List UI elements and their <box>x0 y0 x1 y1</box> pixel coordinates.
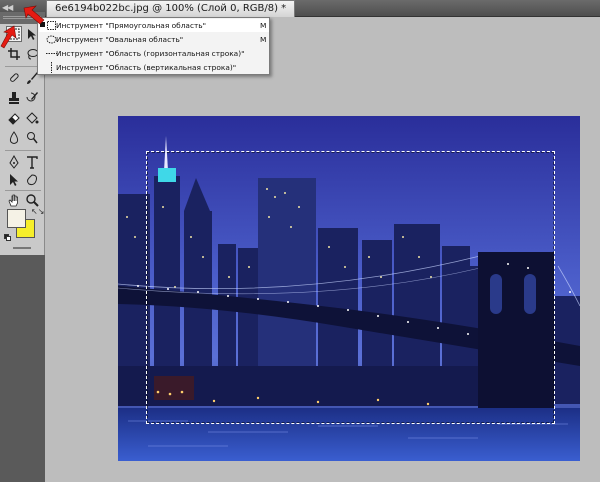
document-tab-bar: ◀◀ 6e6194b022bc.jpg @ 100% (Слой 0, RGB/… <box>0 0 600 17</box>
canvas-image[interactable] <box>118 116 580 461</box>
menu-item-single-column-marquee[interactable]: Инструмент "Область (вертикальная строка… <box>39 61 269 74</box>
marquee-tool-flyout: Инструмент "Прямоугольная область" M Инс… <box>37 17 270 75</box>
document-tab[interactable]: 6e6194b022bc.jpg @ 100% (Слой 0, RGB/8) … <box>46 0 296 17</box>
menu-item-label: Инструмент "Область (вертикальная строка… <box>56 63 237 72</box>
healing-brush-icon[interactable] <box>6 70 22 86</box>
blur-icon[interactable] <box>6 130 22 146</box>
hand-icon[interactable] <box>6 192 22 208</box>
menu-item-label: Инструмент "Прямоугольная область" <box>56 21 207 30</box>
eraser-icon[interactable] <box>6 110 22 126</box>
dodge-icon[interactable] <box>24 130 40 146</box>
swap-colors-icon[interactable]: ↖↘ <box>31 207 44 216</box>
menu-item-ellipse-marquee[interactable]: Инструмент "Овальная область" M <box>39 33 269 46</box>
double-chevron-left-icon[interactable]: ◀◀ <box>2 3 13 12</box>
menu-item-label: Инструмент "Область (горизонтальная стро… <box>56 49 245 58</box>
menu-item-single-row-marquee[interactable]: Инструмент "Область (горизонтальная стро… <box>39 47 269 60</box>
menu-item-label: Инструмент "Овальная область" <box>56 35 184 44</box>
menu-item-shortcut: M <box>260 35 267 44</box>
foreground-color-swatch[interactable] <box>7 209 26 228</box>
zoom-icon[interactable] <box>24 192 40 208</box>
toolbox-divider <box>5 66 41 67</box>
city-night-photo <box>118 116 580 461</box>
type-icon[interactable] <box>24 154 40 170</box>
menu-item-rect-marquee[interactable]: Инструмент "Прямоугольная область" M <box>39 19 269 32</box>
clone-stamp-icon[interactable] <box>6 90 22 106</box>
toolbox-divider <box>5 190 41 191</box>
quick-mask-icon[interactable] <box>13 247 31 249</box>
paint-bucket-icon[interactable] <box>24 110 40 126</box>
path-selection-icon[interactable] <box>6 172 22 188</box>
annotation-arrow-icon <box>23 5 45 25</box>
history-brush-icon[interactable] <box>24 90 40 106</box>
toolbox-divider <box>5 150 41 151</box>
pen-icon[interactable] <box>6 154 22 170</box>
annotation-arrow-icon <box>0 25 17 49</box>
custom-shape-icon[interactable] <box>24 172 40 188</box>
default-colors-icon[interactable] <box>4 234 11 241</box>
menu-item-shortcut: M <box>260 21 267 30</box>
document-tab-title: 6e6194b022bc.jpg @ 100% (Слой 0, RGB/8) … <box>55 3 287 14</box>
